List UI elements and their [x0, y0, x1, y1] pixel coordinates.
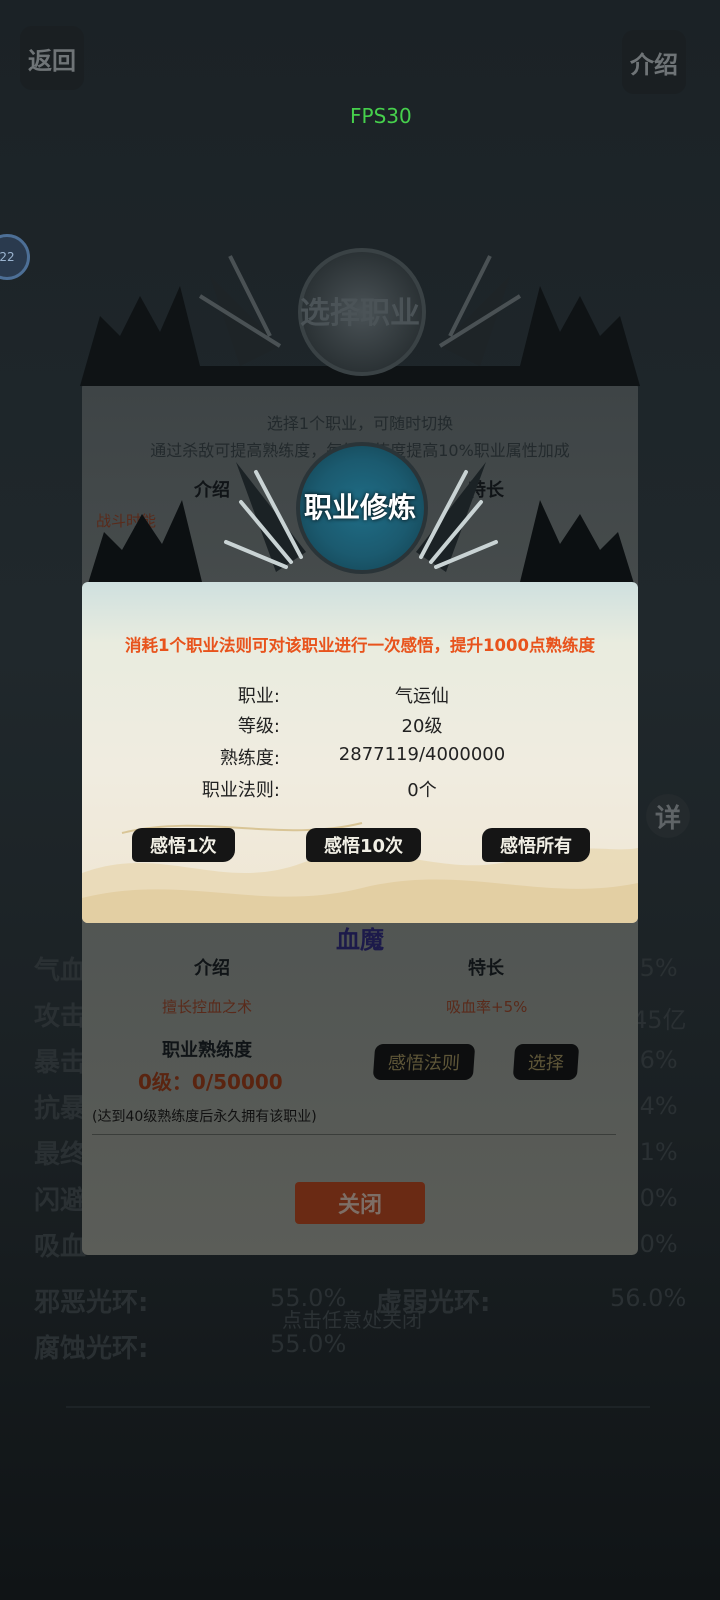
- stat-label-evil-aura: 邪恶光环:: [34, 1288, 149, 1318]
- stat-label-crit: 暴击: [34, 1048, 87, 1078]
- dialog-value-mastery: 2877119/4000000: [338, 744, 506, 765]
- stat-value-right-1: .5%: [632, 954, 678, 982]
- job-permanent-note: (达到40级熟练度后永久拥有该职业): [92, 1109, 317, 1125]
- stat-value-right-5: .1%: [632, 1138, 678, 1166]
- job-intro-text: 擅长控血之术: [162, 998, 253, 1016]
- detail-button[interactable]: 详: [646, 794, 690, 838]
- dialog-title: 职业修炼: [303, 491, 416, 524]
- fps-counter: FPS30: [350, 104, 412, 128]
- dialog-label-career: 职业:: [237, 686, 280, 707]
- enlighten-ten-button[interactable]: 感悟10次: [306, 828, 422, 862]
- select-job-button[interactable]: 选择: [512, 1044, 580, 1080]
- dialog-value-law: 0个: [407, 780, 437, 801]
- stat-value-corrode-aura: 55.0%: [270, 1330, 347, 1358]
- select-career-title: 选择职业: [300, 296, 420, 331]
- intro-button[interactable]: 介绍: [622, 30, 686, 94]
- stat-value-weak-aura: 56.0%: [610, 1284, 687, 1312]
- dialog-notice: 消耗1个职业法则可对该职业进行一次感悟，提升1000点熟练度: [125, 636, 595, 655]
- stat-label-dodge: 闪避: [34, 1186, 87, 1216]
- divider: [66, 1406, 650, 1408]
- job-intro-head: 介绍: [194, 958, 230, 979]
- stat-value-right-3: .6%: [632, 1046, 678, 1074]
- dialog-label-mastery: 熟练度:: [219, 748, 280, 769]
- stat-value-right-6: .0%: [632, 1184, 678, 1212]
- enlighten-all-button[interactable]: 感悟所有: [482, 828, 590, 862]
- stat-label-final: 最终: [34, 1140, 87, 1170]
- stat-label-anticrit: 抗暴: [34, 1094, 87, 1124]
- stat-value-right-4: .4%: [632, 1092, 678, 1120]
- back-button[interactable]: 返回: [20, 26, 84, 90]
- close-button[interactable]: 关闭: [295, 1182, 425, 1224]
- stat-label-attack: 攻击: [34, 1002, 87, 1032]
- dialog-value-level: 20级: [401, 716, 443, 737]
- stat-value-right-7: .0%: [632, 1230, 678, 1258]
- dialog-label-law: 职业法则:: [201, 780, 280, 801]
- enlighten-law-button[interactable]: 感悟法则: [372, 1044, 476, 1080]
- enlighten-once-button[interactable]: 感悟1次: [132, 828, 235, 862]
- job-specialty-text: 吸血率+5%: [446, 998, 528, 1016]
- dialog-label-level: 等级:: [237, 716, 280, 737]
- stat-label-hp: 气血: [34, 956, 87, 986]
- job-name: 血魔: [336, 926, 384, 954]
- job-mastery-value: 0级：0/50000: [138, 1070, 283, 1094]
- tap-to-close-hint: 点击任意处关闭: [282, 1308, 422, 1332]
- stat-label-corrode-aura: 腐蚀光环:: [34, 1334, 149, 1364]
- stat-value-right-2: 45亿: [632, 1006, 687, 1034]
- dialog-value-career: 气运仙: [395, 686, 449, 707]
- job-specialty-head: 特长: [468, 958, 504, 979]
- panel-divider: [92, 1134, 616, 1135]
- stat-label-lifesteal: 吸血: [34, 1232, 87, 1262]
- dialog-wave-decoration: [82, 822, 638, 923]
- job-mastery-head: 职业熟练度: [162, 1040, 252, 1061]
- select-panel-line1: 选择1个职业，可随时切换: [266, 414, 454, 433]
